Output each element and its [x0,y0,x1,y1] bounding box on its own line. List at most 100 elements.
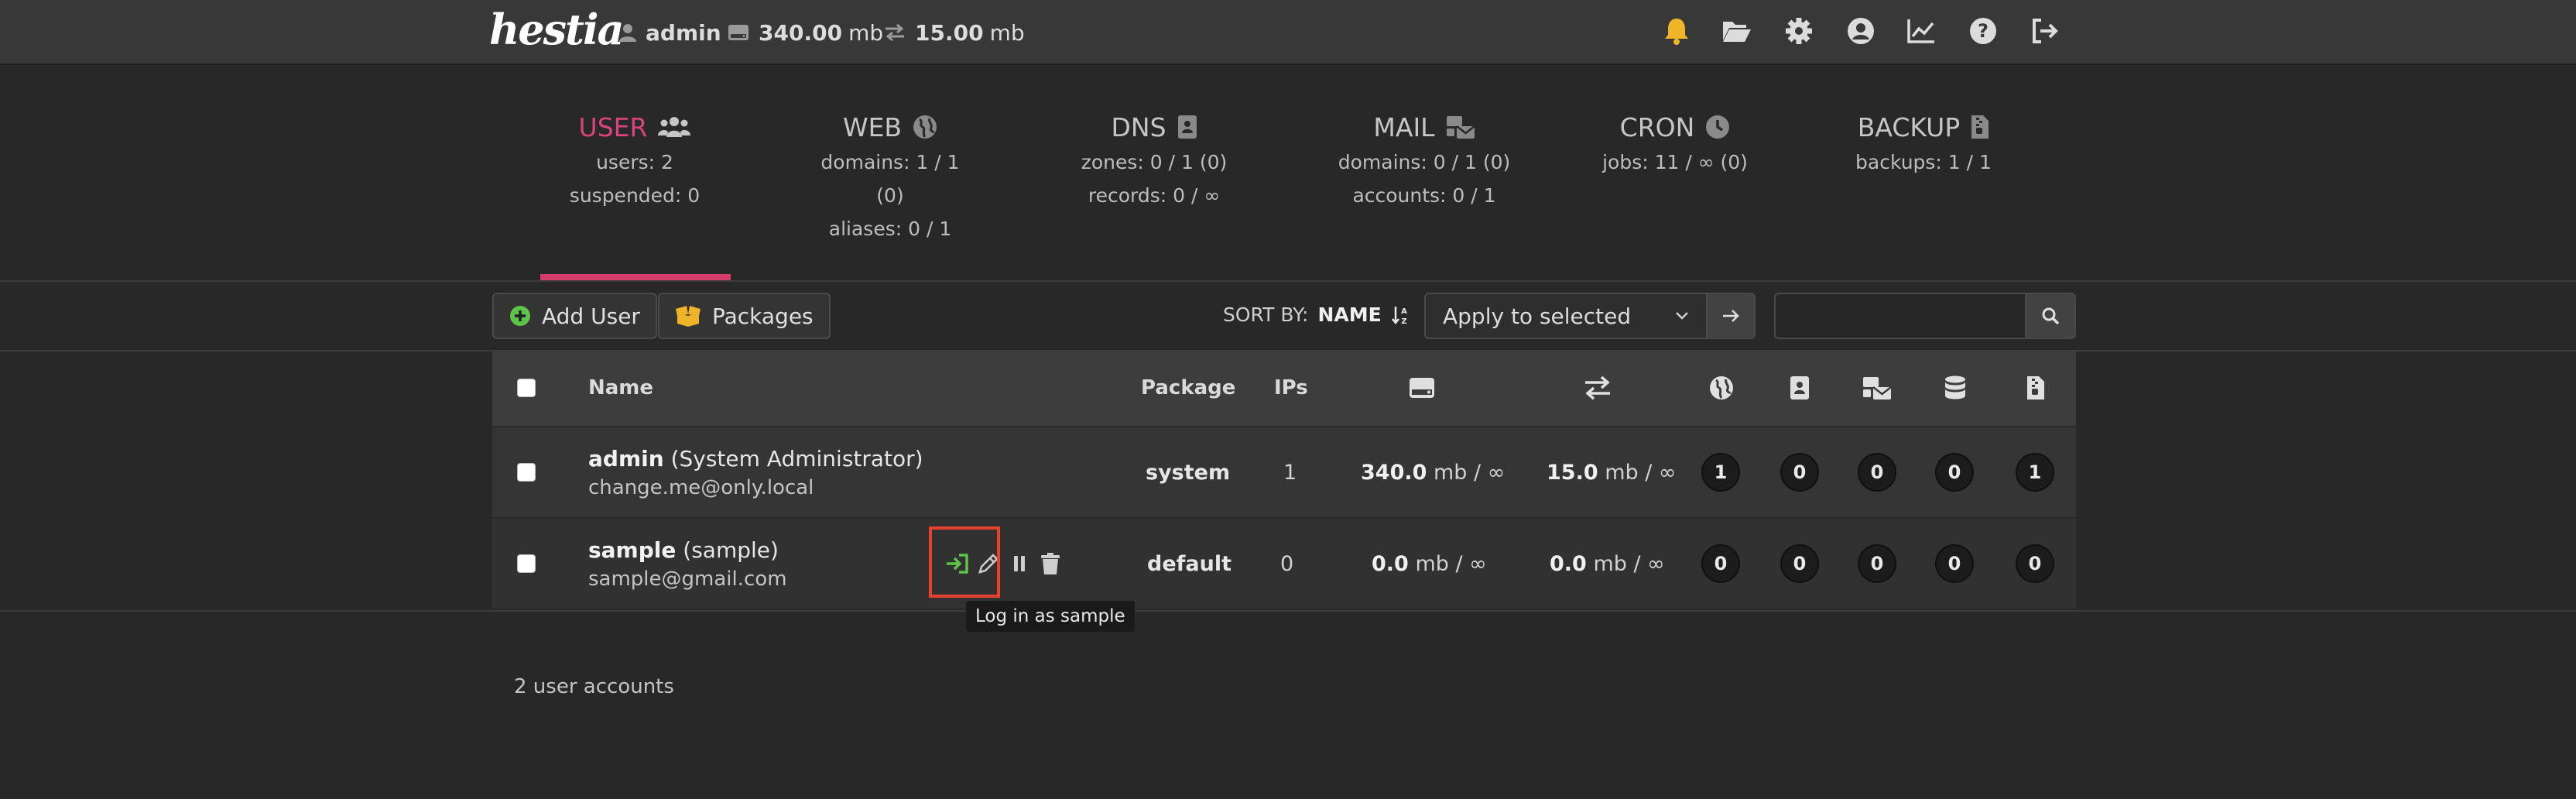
package-cell: system [1146,460,1231,485]
globe-icon [1710,376,1733,400]
user-name-cell: admin (System Administrator) change.me@o… [588,427,923,517]
hestia-logo[interactable]: hestia [489,5,624,54]
users-icon [658,117,691,137]
arrow-right-icon [1723,310,1739,322]
tab-backup[interactable]: BACKUP backups: 1 / 1 [1842,108,2005,179]
username[interactable]: admin [588,446,664,472]
disk-cell: 340.0 mb / ∞ [1361,427,1505,517]
tab-mail-domains: domains: 0 / 1 (0) [1338,151,1511,173]
databases-count: 0 [1935,544,1974,583]
search-button[interactable] [2025,293,2076,339]
apply-button[interactable] [1706,293,1756,339]
dns-zones-count: 0 [1780,544,1819,583]
tab-user-suspended: suspended: 0 [569,184,701,207]
disk-value: 0.0 [1372,551,1409,576]
tab-dns-records: records: 0 / ∞ [1088,184,1221,207]
sort-alpha-down-icon: AZ [1391,306,1407,325]
sort-by-value: NAME [1317,303,1382,326]
disk-quota: mb / ∞ [1415,551,1487,576]
table-bottom-divider [0,610,2576,612]
box-open-icon [676,306,701,327]
sort-by[interactable]: SORT BY: NAME AZ [1223,303,1410,326]
tab-cron-title: CRON [1619,111,1695,142]
search-icon [2042,307,2060,325]
disk-usage-value: 340.00 [759,19,843,46]
top-bar: hestia admin 340.00 mb 15.00 mb ? [0,0,2576,65]
bandwidth-usage-value: 15.00 [915,19,984,46]
username[interactable]: sample [588,537,676,563]
add-user-button[interactable]: Add User [492,293,657,339]
bandwidth-quota: mb / ∞ [1593,551,1665,576]
svg-text:Z: Z [1401,317,1406,325]
user-circle-icon[interactable] [1844,14,1878,48]
row-checkbox[interactable] [517,463,536,482]
header-name[interactable]: Name [588,350,653,426]
user-icon [619,24,636,42]
dns-zones-count: 0 [1780,453,1819,492]
bulk-action-value: Apply to selected [1443,303,1632,329]
tab-user-title: USER [578,111,648,142]
bandwidth-cell: 0.0 mb / ∞ [1550,519,1665,609]
select-all-checkbox[interactable] [517,379,536,397]
bulk-action-select[interactable]: Apply to selected [1424,293,1708,339]
backups-count: 1 [2016,453,2054,492]
header-ips[interactable]: IPs [1274,350,1308,426]
suspend-pause-icon[interactable] [1005,548,1034,579]
disk-usage: 340.00 mb [728,17,883,48]
disk-cell: 0.0 mb / ∞ [1372,519,1487,609]
ips-cell: 1 [1283,460,1297,485]
table-row: sample (sample) sample@gmail.com default… [492,517,2076,609]
packages-button[interactable]: Packages [658,293,831,339]
databases-count: 0 [1935,453,1974,492]
tab-web[interactable]: WEB domains: 1 / 1 (0) aliases: 0 / 1 [805,108,975,245]
row-checkbox[interactable] [517,554,536,573]
disk-value: 340.0 [1361,460,1427,485]
web-domains-count: 1 [1701,453,1740,492]
active-tab-indicator [540,274,731,280]
svg-text:A: A [1401,307,1407,316]
tab-dns[interactable]: DNS zones: 0 / 1 (0) records: 0 / ∞ [1073,108,1235,212]
user-fullname: (sample) [683,537,779,563]
plus-circle-icon [510,306,530,326]
mail-domains-count: 0 [1858,544,1896,583]
current-user: admin [619,17,721,48]
delete-trash-icon[interactable] [1036,548,1065,579]
disk-quota: mb / ∞ [1434,460,1506,485]
header-package[interactable]: Package [1141,350,1235,426]
clock-icon [1706,115,1730,139]
chart-line-icon[interactable] [1904,14,1938,48]
tab-mail[interactable]: MAIL domains: 0 / 1 (0) accounts: 0 / 1 [1331,108,1517,212]
gear-icon[interactable] [1782,14,1816,48]
tab-cron[interactable]: CRON jobs: 11 / ∞ (0) [1599,108,1751,179]
tab-dns-zones: zones: 0 / 1 (0) [1081,151,1228,173]
tab-cron-jobs: jobs: 11 / ∞ (0) [1602,151,1748,173]
bandwidth-usage: 15.00 mb [884,17,1025,48]
folder-open-icon[interactable] [1720,14,1754,48]
summary-divider [0,280,2576,282]
user-email: change.me@only.local [588,475,814,499]
disk-usage-unit: mb [848,19,884,46]
globe-icon [913,115,937,139]
user-email: sample@gmail.com [588,567,787,591]
packages-label: Packages [712,303,814,329]
users-table: Name Package IPs admin (System Administr… [492,350,2076,609]
hdd-icon [728,25,748,40]
search-input[interactable] [1774,293,2026,339]
tab-web-aliases: aliases: 0 / 1 [828,218,952,240]
file-archive-icon [2027,376,2044,400]
bandwidth-quota: mb / ∞ [1605,460,1677,485]
mail-domains-count: 0 [1858,453,1896,492]
help-icon[interactable]: ? [1966,14,2000,48]
bell-icon[interactable] [1660,14,1694,48]
user-fullname: (System Administrator) [670,445,923,472]
mail-bulk-icon [1446,116,1475,139]
tab-user[interactable]: USER users: 2 suspended: 0 [565,108,704,212]
ips-cell: 0 [1280,551,1294,576]
file-archive-icon [1971,115,1989,139]
web-domains-count: 0 [1701,544,1740,583]
username-label: admin [646,19,721,46]
logout-icon[interactable] [2028,14,2062,48]
bandwidth-cell: 15.0 mb / ∞ [1547,427,1676,517]
bandwidth-usage-unit: mb [989,19,1025,46]
svg-text:?: ? [1978,20,1989,42]
